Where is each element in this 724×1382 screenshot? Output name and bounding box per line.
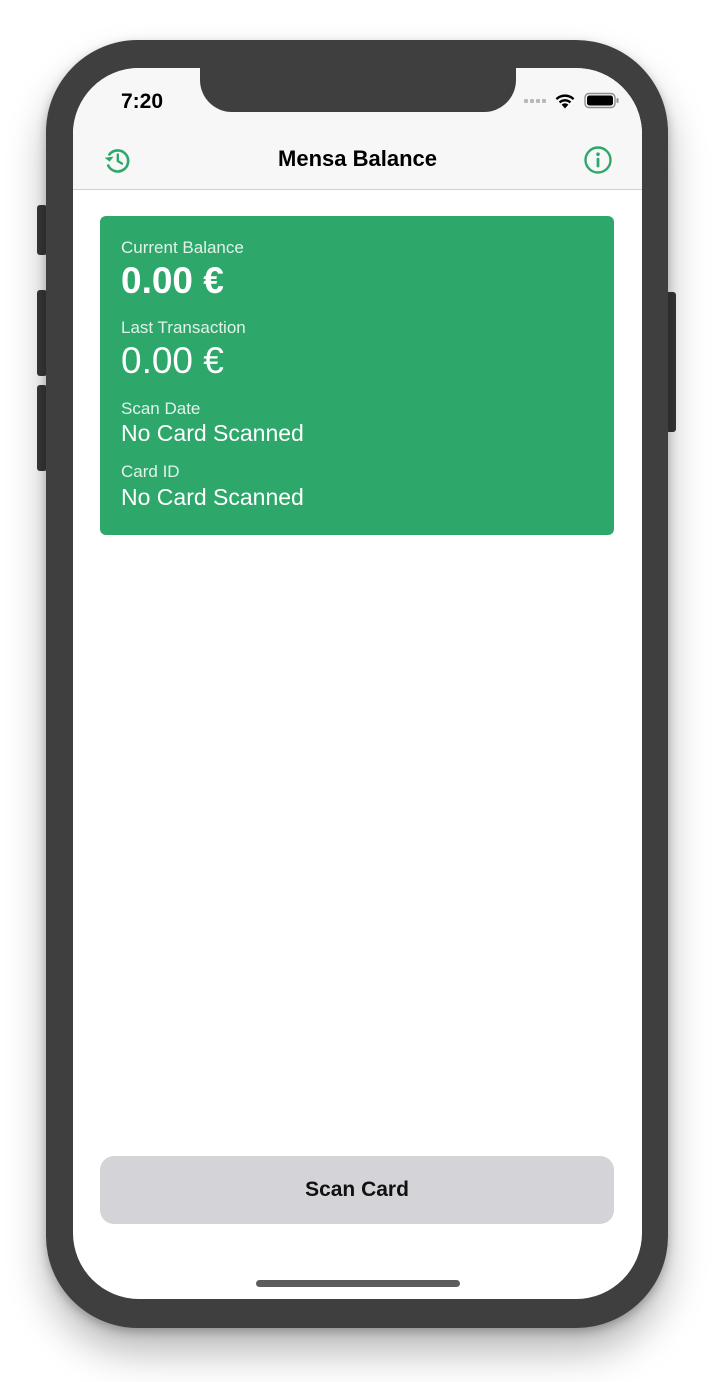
- app-screen: 7:20 Mensa Balance Current Balance 0.00 …: [73, 68, 642, 1299]
- home-indicator[interactable]: [256, 1280, 460, 1287]
- wifi-icon: [555, 94, 575, 109]
- device-stage: 7:20 Mensa Balance Current Balance 0.00 …: [0, 0, 724, 1382]
- scan-card-button[interactable]: Scan Card: [100, 1156, 614, 1224]
- current-balance-value: 0.00 €: [121, 260, 224, 301]
- cellular-signal-icon: [524, 98, 546, 103]
- card-id-value: No Card Scanned: [121, 484, 304, 510]
- scan-date-label: Scan Date: [121, 399, 201, 418]
- status-icons: [524, 92, 620, 109]
- scan-date-value: No Card Scanned: [121, 420, 304, 446]
- balance-card: Current Balance 0.00 € Last Transaction …: [100, 216, 614, 535]
- navigation-bar: Mensa Balance: [73, 136, 642, 190]
- status-time: 7:20: [121, 90, 164, 113]
- last-transaction-label: Last Transaction: [121, 318, 246, 337]
- current-balance-label: Current Balance: [121, 238, 244, 257]
- page-title: Mensa Balance: [278, 146, 437, 171]
- notch: [200, 68, 516, 112]
- card-id-label: Card ID: [121, 462, 180, 481]
- last-transaction-value: 0.00 €: [121, 340, 224, 381]
- battery-icon: [584, 92, 619, 109]
- info-icon[interactable]: [582, 144, 614, 176]
